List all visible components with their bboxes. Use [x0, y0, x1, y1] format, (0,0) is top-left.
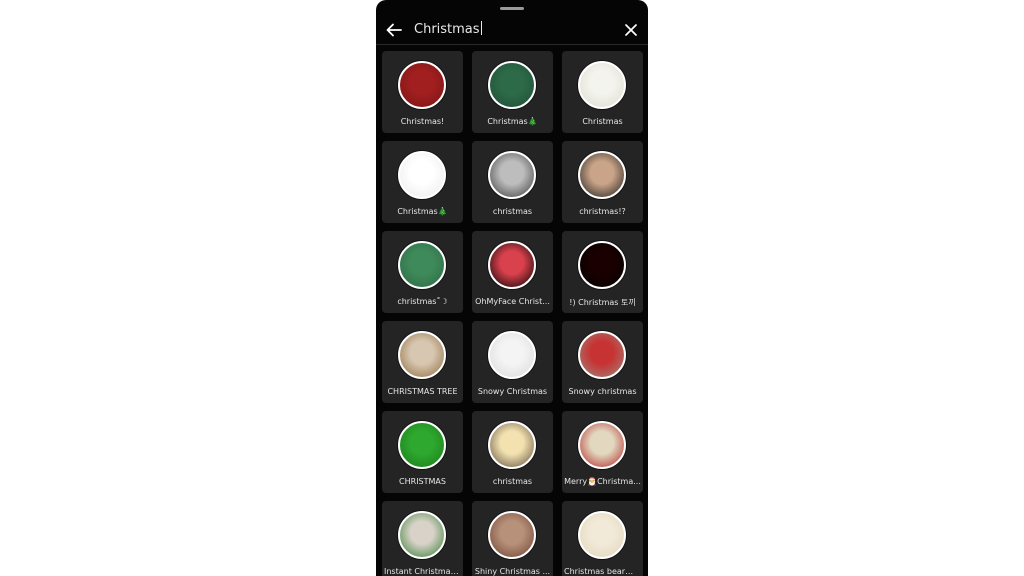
- effect-label: Shiny Christmas ...: [474, 567, 551, 576]
- effect-label: christmas: [492, 207, 533, 216]
- effect-thumbnail: [578, 511, 626, 559]
- effect-thumbnail: [578, 331, 626, 379]
- effect-thumbnail: [398, 61, 446, 109]
- effect-tile[interactable]: Shiny Christmas ...: [472, 501, 553, 576]
- effect-label: Snowy christmas: [568, 387, 637, 396]
- search-input[interactable]: Christmas: [414, 20, 614, 40]
- effect-tile[interactable]: CHRISTMAS TREE: [382, 321, 463, 403]
- effect-label: Christmas🎄: [397, 207, 448, 216]
- effect-thumbnail: [488, 241, 536, 289]
- effect-tile[interactable]: Christmas🎄: [472, 51, 553, 133]
- effect-thumbnail: [578, 61, 626, 109]
- effect-tile[interactable]: Instant Christmas...: [382, 501, 463, 576]
- effect-thumbnail: [398, 331, 446, 379]
- close-icon[interactable]: [622, 20, 640, 40]
- effect-tile[interactable]: christmas!?: [562, 141, 643, 223]
- search-query: Christmas: [414, 22, 480, 37]
- effect-tile[interactable]: christmas˚☽: [382, 231, 463, 313]
- effect-tile[interactable]: christmas: [472, 141, 553, 223]
- effect-thumbnail: [488, 61, 536, 109]
- effect-label: Christmas🎄: [487, 117, 538, 126]
- effect-tile[interactable]: christmas: [472, 411, 553, 493]
- effect-label: Merry🎅Christma...: [564, 477, 641, 486]
- effect-label: OhMyFace Christ...: [475, 297, 550, 306]
- effect-tile[interactable]: Christmas bear🧸...: [562, 501, 643, 576]
- effect-thumbnail: [578, 421, 626, 469]
- effect-label: Christmas!: [400, 117, 445, 126]
- effect-label: Christmas: [582, 117, 623, 126]
- effect-thumbnail: [578, 241, 626, 289]
- effect-tile[interactable]: Snowy christmas: [562, 321, 643, 403]
- effect-tile[interactable]: Snowy Christmas: [472, 321, 553, 403]
- effect-thumbnail: [398, 151, 446, 199]
- effect-tile[interactable]: Merry🎅Christma...: [562, 411, 643, 493]
- drag-handle[interactable]: [500, 7, 524, 10]
- effect-thumbnail: [578, 151, 626, 199]
- effect-tile[interactable]: CHRISTMAS: [382, 411, 463, 493]
- effect-label: Instant Christmas...: [384, 567, 461, 576]
- effect-tile[interactable]: !) Christmas 토끼: [562, 231, 643, 313]
- effect-label: christmas: [492, 477, 533, 486]
- effect-label: christmas!?: [579, 207, 626, 216]
- effect-label: Christmas bear🧸...: [564, 567, 641, 576]
- search-header: Christmas: [376, 16, 648, 45]
- effect-thumbnail: [398, 511, 446, 559]
- effect-tile[interactable]: Christmas🎄: [382, 141, 463, 223]
- effect-thumbnail: [488, 331, 536, 379]
- effect-thumbnail: [398, 421, 446, 469]
- effect-tile[interactable]: OhMyFace Christ...: [472, 231, 553, 313]
- effect-thumbnail: [398, 241, 446, 289]
- effects-grid: Christmas! Christmas🎄 Christmas Christmas🎄 c…: [382, 51, 643, 576]
- effect-label: CHRISTMAS: [399, 477, 446, 486]
- effect-thumbnail: [488, 511, 536, 559]
- effect-tile[interactable]: Christmas: [562, 51, 643, 133]
- effect-thumbnail: [488, 421, 536, 469]
- text-caret: [480, 21, 482, 35]
- effect-label: Snowy Christmas: [477, 387, 548, 396]
- effect-label: CHRISTMAS TREE: [387, 387, 458, 396]
- arrow-left-icon[interactable]: [384, 20, 404, 40]
- effect-label: christmas˚☽: [397, 297, 448, 306]
- effect-tile[interactable]: Christmas!: [382, 51, 463, 133]
- effect-thumbnail: [488, 151, 536, 199]
- effect-label: !) Christmas 토끼: [569, 298, 636, 307]
- effects-search-sheet: Christmas Christmas! Christmas🎄 Christmas C…: [376, 0, 648, 576]
